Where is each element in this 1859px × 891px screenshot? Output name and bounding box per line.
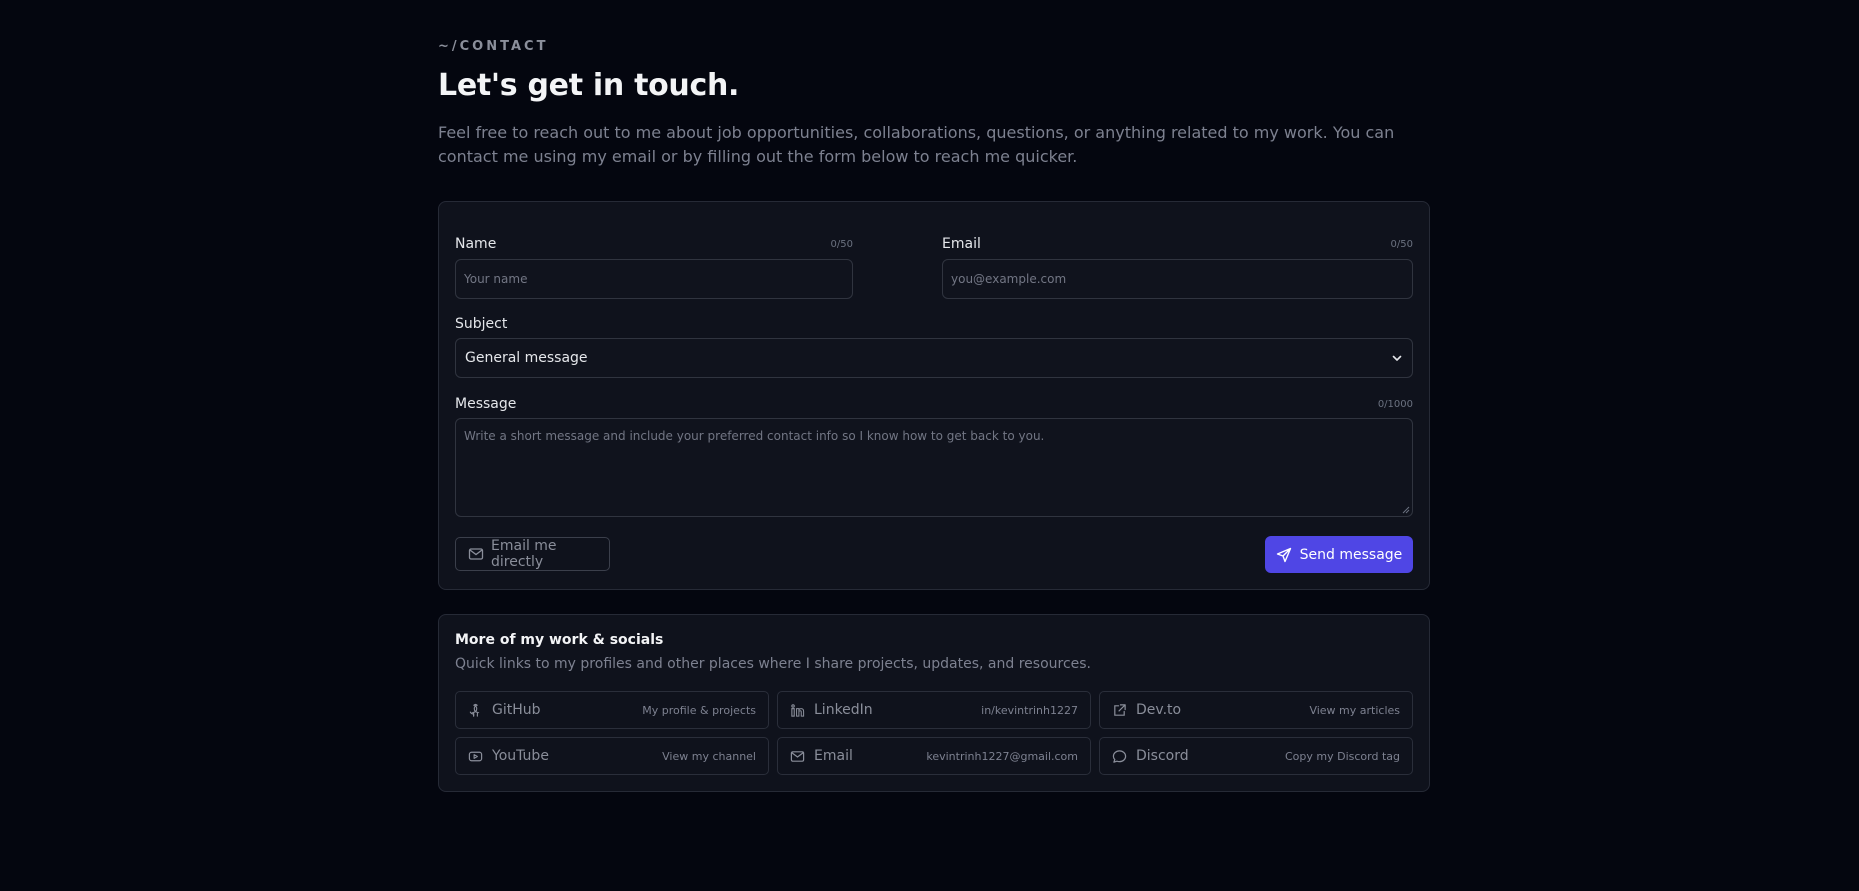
linkedin-icon — [791, 703, 805, 717]
intro-text: Feel free to reach out to me about job o… — [438, 123, 1395, 166]
social-name: YouTube — [492, 748, 549, 764]
message-textarea[interactable] — [455, 418, 1413, 517]
name-label: Name — [455, 236, 497, 252]
contact-form-card: Name 0/50 Email 0/50 Subject General mes… — [438, 201, 1430, 590]
social-name: LinkedIn — [814, 702, 873, 718]
social-name: Email — [814, 748, 853, 764]
social-name: GitHub — [492, 702, 541, 718]
social-name: Discord — [1136, 748, 1189, 764]
socials-title: More of my work & socials — [455, 632, 664, 648]
youtube-icon — [468, 751, 483, 761]
socials-card: More of my work & socials Quick links to… — [438, 614, 1430, 792]
chevron-down-icon — [1392, 355, 1402, 361]
name-input[interactable] — [455, 259, 853, 299]
message-counter: 0/1000 — [1377, 399, 1413, 410]
social-desc: View my articles — [1309, 703, 1400, 717]
social-desc: My profile & projects — [642, 703, 756, 717]
mail-icon — [468, 548, 484, 560]
subject-selected-value: General message — [465, 350, 588, 366]
send-message-button[interactable]: Send message — [1265, 536, 1413, 573]
social-link-github[interactable]: GitHub My profile & projects — [455, 691, 769, 729]
social-name: Dev.to — [1136, 702, 1182, 718]
email-counter: 0/50 — [1390, 239, 1413, 250]
social-desc: kevintrinh1227@gmail.com — [926, 749, 1078, 763]
social-link-linkedin[interactable]: LinkedIn in/kevintrinh1227 — [777, 691, 1091, 729]
social-desc: Copy my Discord tag — [1284, 749, 1400, 763]
social-desc: View my channel — [662, 749, 756, 763]
subject-label: Subject — [455, 316, 508, 332]
message-label: Message — [455, 396, 517, 412]
page-title: Let's get in touch. — [438, 68, 740, 103]
social-link-youtube[interactable]: YouTube View my channel — [455, 737, 769, 775]
send-icon — [1276, 547, 1291, 562]
social-link-devto[interactable]: Dev.to View my articles — [1099, 691, 1413, 729]
socials-subtitle: Quick links to my profiles and other pla… — [455, 656, 1092, 672]
social-link-discord[interactable]: Discord Copy my Discord tag — [1099, 737, 1413, 775]
social-link-email[interactable]: Email kevintrinh1227@gmail.com — [777, 737, 1091, 775]
name-counter: 0/50 — [830, 239, 853, 250]
email-directly-button[interactable]: Email me directly — [455, 537, 610, 571]
send-message-label: Send message — [1299, 546, 1403, 563]
external-link-icon — [1114, 703, 1126, 716]
social-desc: in/kevintrinh1227 — [981, 703, 1078, 717]
email-directly-label: Email me directly — [491, 538, 557, 570]
section-eyebrow: ~/CONTACT — [438, 39, 549, 54]
mail-icon — [790, 750, 805, 762]
subject-select[interactable]: General message — [455, 338, 1413, 378]
github-icon — [469, 703, 480, 717]
chat-bubble-icon — [1112, 749, 1127, 763]
email-input[interactable] — [942, 259, 1413, 299]
email-label: Email — [942, 236, 981, 252]
resize-handle-icon[interactable] — [1402, 506, 1410, 514]
